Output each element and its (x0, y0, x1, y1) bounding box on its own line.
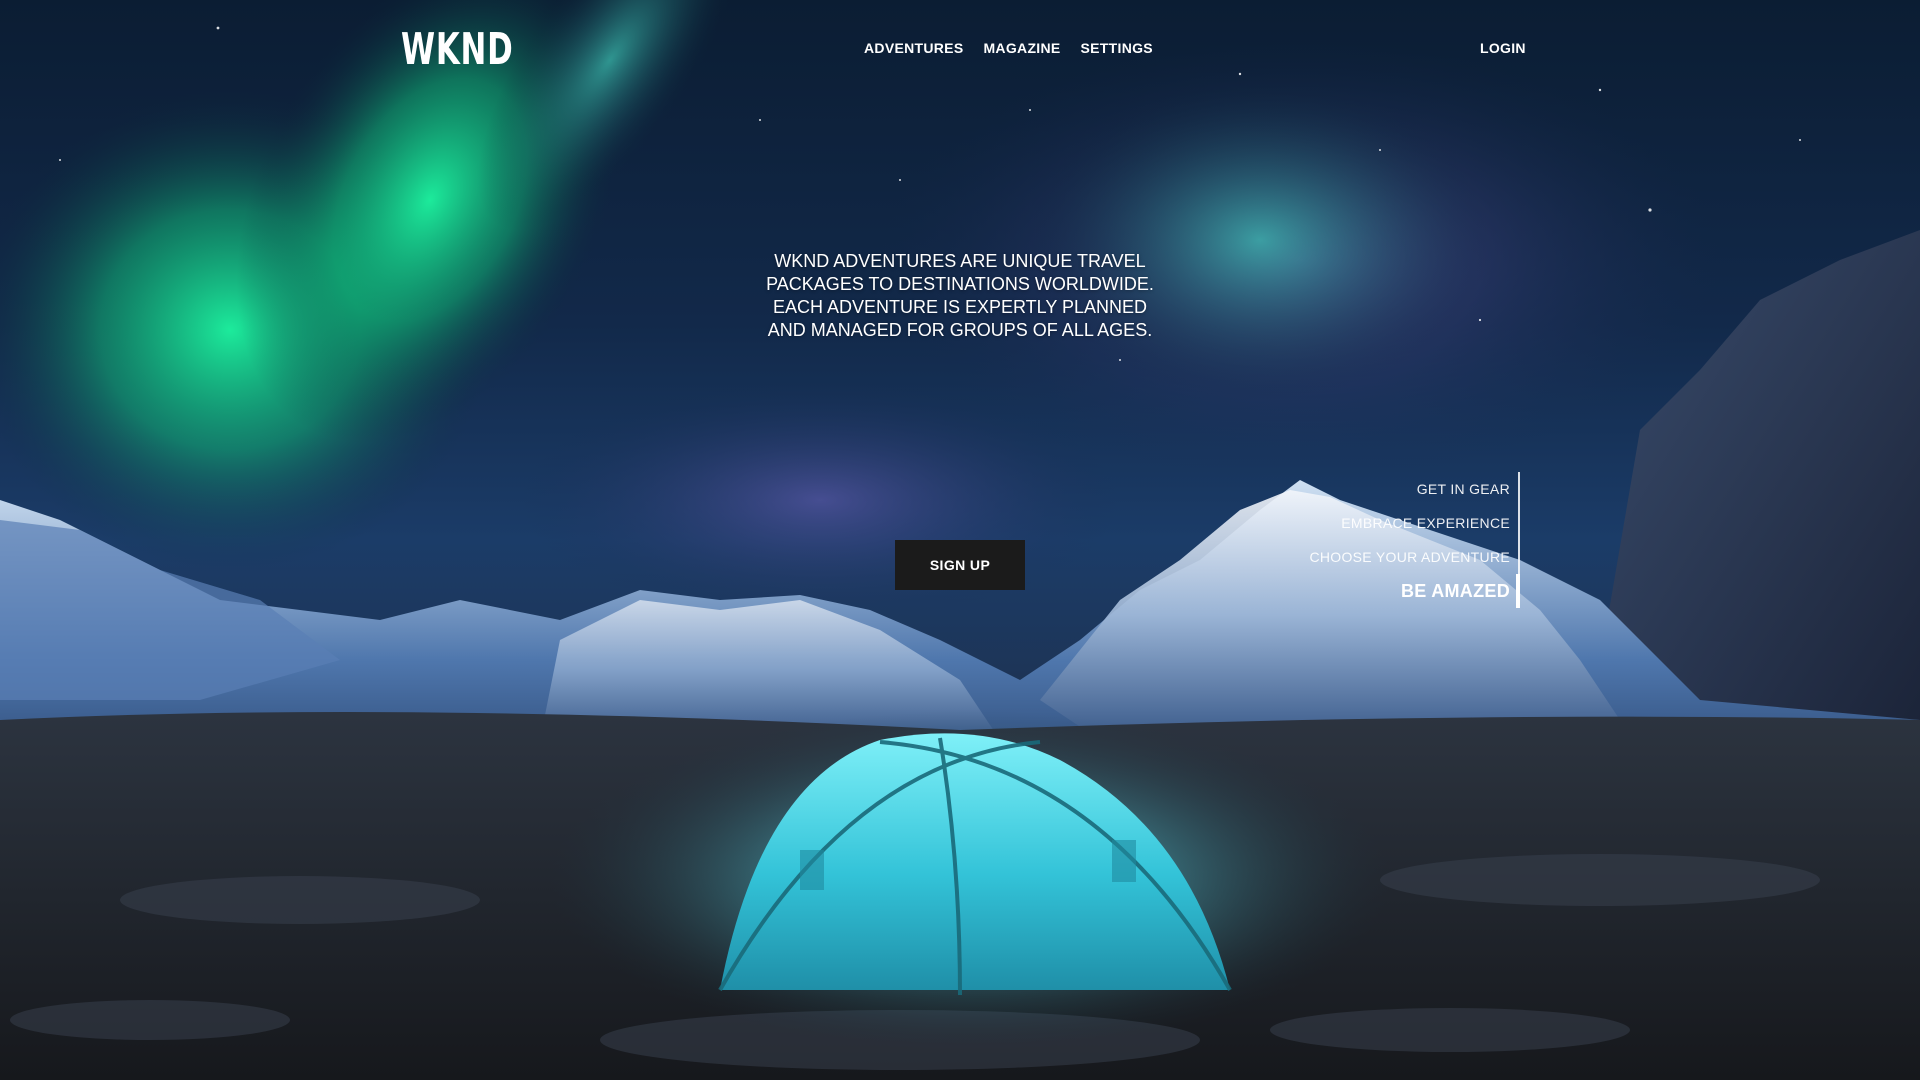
nav-link-magazine[interactable]: MAGAZINE (983, 40, 1060, 56)
carousel-item-choose-your-adventure[interactable]: CHOOSE YOUR ADVENTURE (1300, 540, 1520, 574)
wknd-logo[interactable]: WKND (401, 26, 514, 74)
carousel-item-embrace-experience[interactable]: EMBRACE EXPERIENCE (1300, 506, 1520, 540)
carousel-item-be-amazed[interactable]: BE AMAZED (1300, 574, 1520, 608)
nav-links: ADVENTURES MAGAZINE SETTINGS (864, 40, 1153, 56)
hero-tagline: WKND ADVENTURES ARE UNIQUE TRAVEL PACKAG… (766, 251, 1154, 340)
carousel-item-get-in-gear[interactable]: GET IN GEAR (1300, 472, 1520, 506)
sign-up-button[interactable]: SIGN UP (895, 540, 1025, 590)
hero-banner: WKND ADVENTURES MAGAZINE SETTINGS LOGIN … (0, 0, 1920, 1080)
main-navigation: WKND ADVENTURES MAGAZINE SETTINGS LOGIN (0, 0, 1920, 100)
nav-link-adventures[interactable]: ADVENTURES (864, 40, 963, 56)
carousel-navigation: GET IN GEAR EMBRACE EXPERIENCE CHOOSE YO… (1300, 472, 1520, 608)
nav-link-settings[interactable]: SETTINGS (1081, 40, 1153, 56)
login-link[interactable]: LOGIN (1480, 40, 1526, 56)
